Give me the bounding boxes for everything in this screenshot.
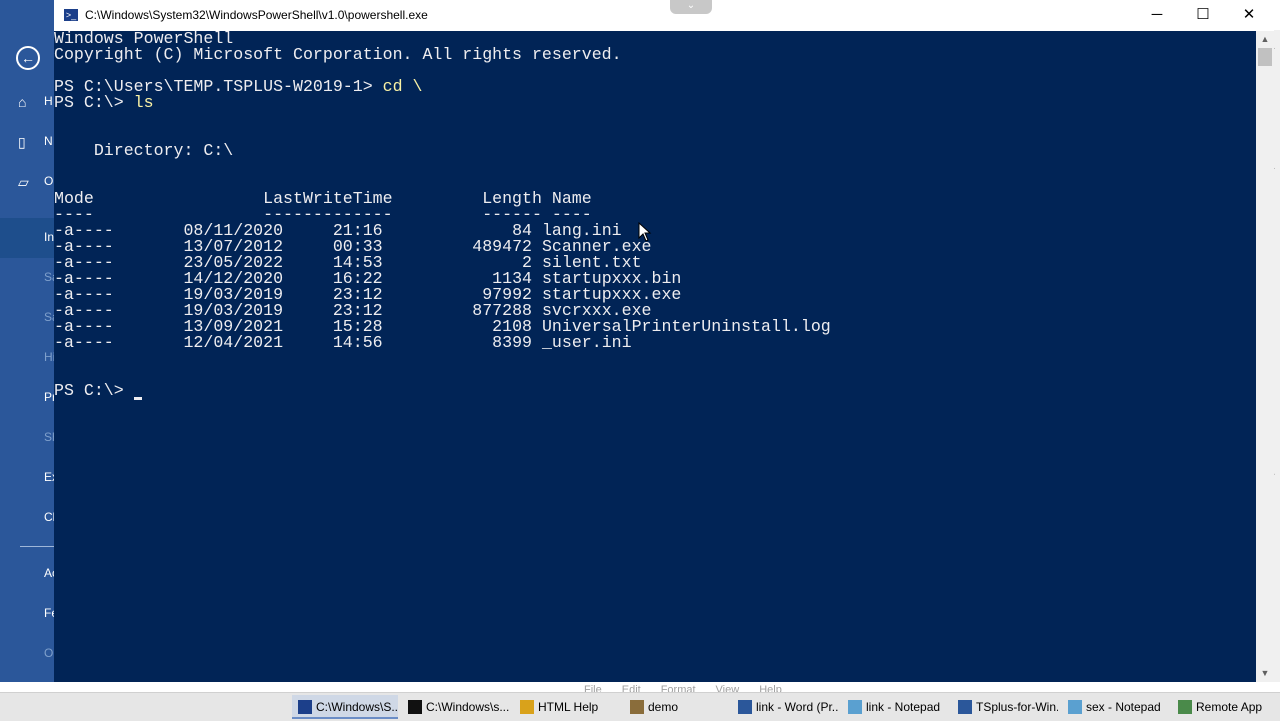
taskbar-button-label: C:\Windows\s... xyxy=(426,700,510,714)
close-button[interactable]: ✕ xyxy=(1226,0,1272,31)
taskbar-button-label: HTML Help xyxy=(538,700,599,714)
prompt-text: PS C:\> xyxy=(54,381,134,400)
backstage-item[interactable]: Ex xyxy=(0,458,56,498)
file-mode: -a---- xyxy=(54,333,184,352)
taskbar: C:\Windows\S... C:\Windows\s... HTML Help d… xyxy=(0,692,1280,721)
backstage-item[interactable]: ⌂ H xyxy=(0,82,56,122)
console-output[interactable]: Windows PowerShell Copyright (C) Microsof… xyxy=(54,31,1256,682)
taskbar-button[interactable]: HTML Help xyxy=(514,695,620,719)
file-time: 14:56 xyxy=(283,333,383,352)
taskbar-button-label: link - Word (Pr... xyxy=(756,700,838,714)
console-line: Directory: C:\ xyxy=(54,141,234,160)
prompt-text: PS C:\> xyxy=(54,93,134,112)
backstage-item[interactable]: Sa xyxy=(0,258,56,298)
word-icon xyxy=(738,700,752,714)
taskbar-button-label: TSplus-for-Win... xyxy=(976,700,1058,714)
scroll-up-icon[interactable]: ▲ xyxy=(1256,31,1274,48)
backstage-item[interactable]: O xyxy=(0,634,56,674)
console-text: Copyright (C) Microsoft Corporation. All… xyxy=(54,45,622,64)
backstage-item[interactable]: Fe xyxy=(0,594,56,634)
mouse-pointer-icon xyxy=(638,222,652,242)
scroll-down-icon[interactable]: ▼ xyxy=(1256,665,1274,682)
chevron-down-icon[interactable]: ⌄ xyxy=(670,0,712,14)
backstage-item[interactable]: Sh xyxy=(0,418,56,458)
taskbar-button[interactable]: TSplus-for-Win... xyxy=(952,695,1058,719)
taskbar-button[interactable]: C:\Windows\S... xyxy=(292,695,398,719)
notepad-icon xyxy=(1068,700,1082,714)
file-date: 12/04/2021 xyxy=(183,333,284,352)
taskbar-button[interactable]: demo xyxy=(624,695,728,719)
backstage-item[interactable]: Sa xyxy=(0,298,56,338)
backstage-item[interactable]: Pr xyxy=(0,378,56,418)
backstage-item[interactable]: ▱ O xyxy=(0,162,56,202)
backstage-item[interactable]: Hi xyxy=(0,338,56,378)
taskbar-button-label: link - Notepad xyxy=(866,700,941,714)
file-length: 8399 xyxy=(382,333,542,352)
command-text: ls xyxy=(133,93,154,112)
backstage-item[interactable]: Ac xyxy=(0,554,56,594)
backstage-item[interactable]: In xyxy=(0,218,56,258)
new-doc-icon: ▯ xyxy=(18,134,26,150)
file-name: _user.ini xyxy=(541,333,632,352)
scrollbar-thumb[interactable] xyxy=(1258,48,1272,66)
command-text: cd \ xyxy=(382,77,423,96)
taskbar-button-label: sex - Notepad xyxy=(1086,700,1161,714)
backstage-item[interactable]: Cl xyxy=(0,498,56,538)
word-icon xyxy=(958,700,972,714)
powershell-icon xyxy=(298,700,312,714)
taskbar-button[interactable]: sex - Notepad xyxy=(1062,695,1168,719)
command-line[interactable]: PS C:\> xyxy=(54,381,142,400)
title-bar[interactable]: >_ C:\Windows\System32\WindowsPowerShell… xyxy=(54,0,1274,31)
powershell-window: >_ C:\Windows\System32\WindowsPowerShell… xyxy=(54,0,1274,682)
powershell-icon: >_ xyxy=(64,9,78,21)
text-cursor xyxy=(133,397,142,400)
console-line: Copyright (C) Microsoft Corporation. All… xyxy=(54,45,622,64)
taskbar-button-label: C:\Windows\S... xyxy=(316,700,398,714)
vertical-scrollbar[interactable]: ▲ ▼ xyxy=(1256,31,1274,682)
backstage-divider xyxy=(20,546,56,547)
taskbar-button[interactable]: link - Word (Pr... xyxy=(732,695,838,719)
cmd-icon xyxy=(408,700,422,714)
maximize-button[interactable]: ☐ xyxy=(1180,0,1226,31)
home-icon: ⌂ xyxy=(18,94,27,110)
minimize-button[interactable]: ─ xyxy=(1134,0,1180,31)
taskbar-button[interactable]: C:\Windows\s... xyxy=(402,695,510,719)
window-title: C:\Windows\System32\WindowsPowerShell\v1… xyxy=(85,8,428,22)
taskbar-button-label: Remote App xyxy=(1196,700,1263,714)
back-arrow-icon[interactable]: ← xyxy=(16,46,40,70)
taskbar-button-label: demo xyxy=(648,700,679,714)
help-icon xyxy=(520,700,534,714)
word-backstage-sidebar: ← ⌂H▯N▱OInSaSaHiPrShExClAcFeO xyxy=(0,0,56,692)
notepad-icon xyxy=(848,700,862,714)
user-icon xyxy=(630,700,644,714)
file-listing-row: -a---- 12/04/2021 14:56 8399 _user.ini xyxy=(54,333,632,352)
taskbar-button[interactable]: Remote App xyxy=(1172,695,1278,719)
remote-app-icon xyxy=(1178,700,1192,714)
console-text: Directory: C:\ xyxy=(54,141,234,160)
taskbar-button[interactable]: link - Notepad xyxy=(842,695,948,719)
open-folder-icon: ▱ xyxy=(18,174,29,190)
command-line: PS C:\> ls xyxy=(54,93,154,112)
backstage-item[interactable]: ▯ N xyxy=(0,122,56,162)
